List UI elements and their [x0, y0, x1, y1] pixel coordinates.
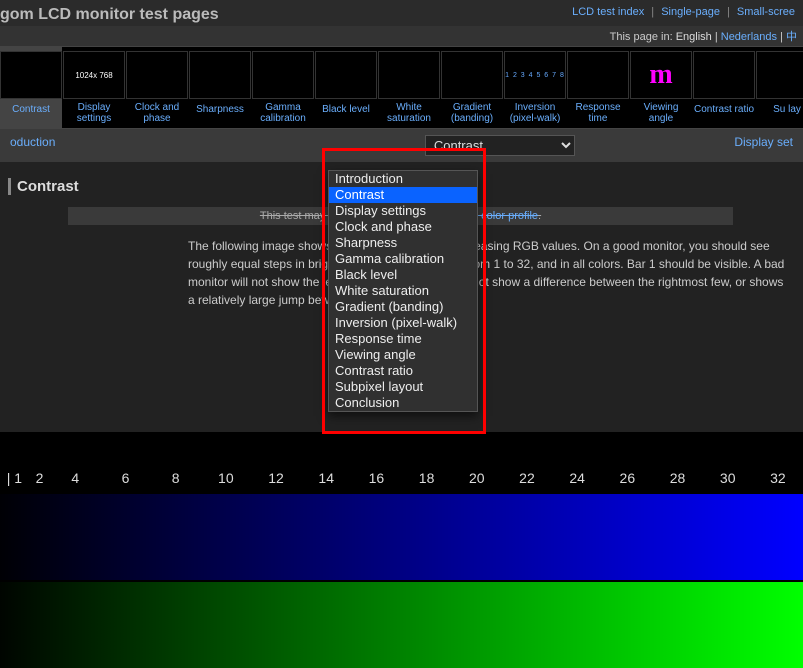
link-single-page[interactable]: Single-page [661, 6, 720, 18]
thumb-clock[interactable]: Clock and phase [126, 47, 189, 128]
page-subnav: oduction Contrast Display set [0, 129, 803, 162]
dropdown-option[interactable]: Viewing angle [329, 347, 477, 363]
page-header: gom LCD monitor test pages LCD test inde… [0, 0, 803, 26]
thumb-response[interactable]: Response time [567, 47, 630, 128]
thumb-label[interactable]: Response time [567, 101, 629, 124]
dropdown-option[interactable]: Inversion (pixel-walk) [329, 315, 477, 331]
tick-mark: 6 [118, 470, 134, 486]
thumb-display[interactable]: 1024x 768Display settings [63, 47, 126, 128]
thumb-preview-response [567, 51, 629, 99]
page-select-dropdown[interactable]: IntroductionContrastDisplay settingsCloc… [328, 170, 478, 412]
dropdown-option[interactable]: White saturation [329, 283, 477, 299]
page-select-wrap: Contrast [425, 135, 575, 156]
contrast-tick-labels: | 12468101214161820222426283032 [0, 470, 803, 486]
thumb-preview-sharp [189, 51, 251, 99]
thumb-contrast[interactable]: Contrast [0, 47, 63, 128]
dropdown-option[interactable]: Sharpness [329, 235, 477, 251]
link-separator: | [727, 6, 730, 18]
tick-mark: 14 [314, 470, 338, 486]
test-thumbnail-strip: Contrast 1024x 768Display settingsClock a… [0, 46, 803, 129]
thumb-label[interactable]: Black level [322, 103, 370, 115]
thumb-preview-gamma [252, 51, 314, 99]
dropdown-option[interactable]: Introduction [329, 171, 477, 187]
tick-mark: 30 [716, 470, 740, 486]
tick-mark: 8 [168, 470, 184, 486]
contrast-bar-blue [0, 494, 803, 580]
next-page-link[interactable]: Display set [734, 135, 793, 156]
tick-mark: 4 [67, 470, 83, 486]
thumb-label[interactable]: Gamma calibration [252, 101, 314, 124]
thumb-preview-cratio: 420 : 1 [693, 51, 755, 99]
thumb-preview-clock [126, 51, 188, 99]
dropdown-option[interactable]: Black level [329, 267, 477, 283]
dropdown-option[interactable]: Display settings [329, 203, 477, 219]
prev-page-link[interactable]: oduction [10, 135, 55, 156]
thumb-label[interactable]: Contrast [12, 103, 50, 115]
dropdown-option[interactable]: Contrast [329, 187, 477, 203]
thumb-label[interactable]: Contrast ratio [694, 103, 754, 115]
intro-paragraph: The following image shows 12 contrast st… [188, 237, 785, 309]
language-prefix: This page in: [610, 31, 673, 43]
tick-mark: 16 [365, 470, 389, 486]
contrast-test-area: | 12468101214161820222426283032 [0, 432, 803, 664]
thumb-preview-sub [756, 51, 803, 99]
tick-mark: 2 [32, 470, 48, 486]
page-select[interactable]: Contrast [425, 135, 575, 156]
dropdown-option[interactable]: Contrast ratio [329, 363, 477, 379]
page-title: gom LCD monitor test pages [0, 6, 219, 24]
thumb-preview-display: 1024x 768 [63, 51, 125, 99]
thumb-preview-contrast [0, 51, 62, 99]
thumb-preview-gradient [441, 51, 503, 99]
tick-mark: 22 [515, 470, 539, 486]
thumb-inversion[interactable]: Inversion (pixel-walk) [504, 47, 567, 128]
language-bar: This page in: English | Nederlands | 中 [0, 26, 803, 46]
thumb-label[interactable]: White saturation [378, 101, 440, 124]
thumb-cratio[interactable]: 420 : 1 Contrast ratio [693, 47, 756, 128]
language-english: English [676, 31, 712, 43]
thumb-preview-black [315, 51, 377, 99]
thumb-preview-viewing [630, 51, 692, 99]
thumb-sub[interactable]: Su lay [756, 47, 803, 128]
tick-mark: 28 [666, 470, 690, 486]
tick-mark: 26 [616, 470, 640, 486]
thumb-sharp[interactable]: Sharpness [189, 47, 252, 128]
thumb-white[interactable]: White saturation [378, 47, 441, 128]
thumb-black[interactable]: Black level [315, 47, 378, 128]
top-links: LCD test index | Single-page | Small-scr… [572, 6, 795, 18]
dropdown-option[interactable]: Gradient (banding) [329, 299, 477, 315]
link-separator: | [651, 6, 654, 18]
language-dutch[interactable]: Nederlands [721, 31, 777, 43]
contrast-bar-green [0, 582, 803, 668]
link-small-screen[interactable]: Small-scree [737, 6, 795, 18]
thumb-label[interactable]: Sharpness [196, 103, 244, 115]
language-chinese[interactable]: 中 [786, 31, 797, 43]
thumb-label[interactable]: Inversion (pixel-walk) [504, 101, 566, 124]
thumb-label[interactable]: Display settings [63, 101, 125, 124]
tick-mark: 24 [565, 470, 589, 486]
tick-mark: | 1 [3, 470, 26, 486]
dropdown-option[interactable]: Response time [329, 331, 477, 347]
tick-mark: 20 [465, 470, 489, 486]
thumb-label[interactable]: Viewing angle [630, 101, 692, 124]
tick-mark: 32 [766, 470, 790, 486]
thumb-preview-white [378, 51, 440, 99]
thumb-label[interactable]: Gradient (banding) [441, 101, 503, 124]
link-test-index[interactable]: LCD test index [572, 6, 644, 18]
thumb-gradient[interactable]: Gradient (banding) [441, 47, 504, 128]
dropdown-option[interactable]: Clock and phase [329, 219, 477, 235]
dropdown-option[interactable]: Conclusion [329, 395, 477, 411]
dropdown-option[interactable]: Subpixel layout [329, 379, 477, 395]
thumb-gamma[interactable]: Gamma calibration [252, 47, 315, 128]
thumb-label[interactable]: Clock and phase [126, 101, 188, 124]
tick-mark: 18 [415, 470, 439, 486]
tick-mark: 10 [214, 470, 238, 486]
thumb-label[interactable]: Su lay [773, 103, 801, 115]
tick-mark: 12 [264, 470, 288, 486]
dropdown-option[interactable]: Gamma calibration [329, 251, 477, 267]
thumb-preview-inversion [504, 51, 566, 99]
thumb-viewing[interactable]: Viewing angle [630, 47, 693, 128]
